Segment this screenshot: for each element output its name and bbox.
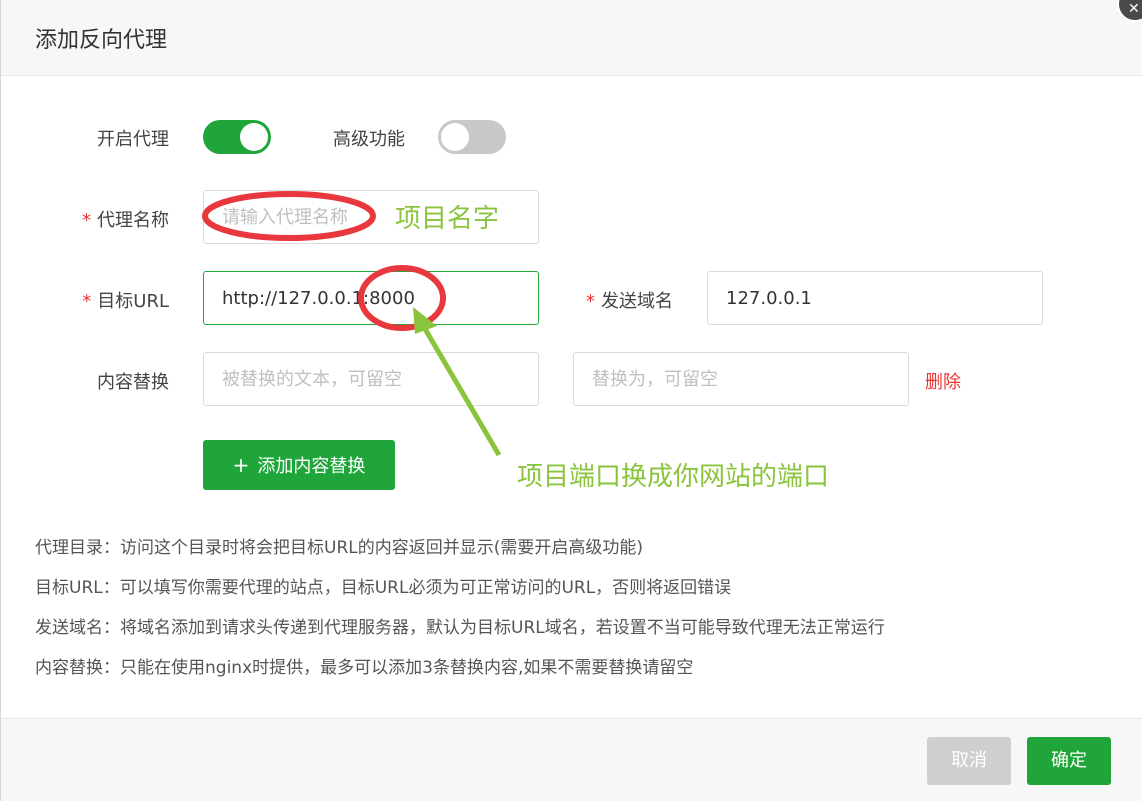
name-annotation: 项目名字 bbox=[395, 204, 500, 234]
required-mark: * bbox=[82, 291, 92, 312]
enable-proxy-label: 开启代理 bbox=[97, 129, 169, 150]
dialog-footer: 取消 确定 bbox=[1, 718, 1142, 801]
dialog-title: 添加反向代理 bbox=[35, 28, 168, 53]
send-domain-input[interactable] bbox=[707, 271, 1043, 325]
add-replace-button[interactable]: + 添加内容替换 bbox=[203, 440, 395, 490]
proxy-name-label: * 代理名称 bbox=[29, 206, 169, 232]
required-mark: * bbox=[586, 291, 595, 312]
help-line: 发送域名：将域名添加到请求头传递到代理服务器，默认为目标URL域名，若设置不当可… bbox=[35, 618, 885, 638]
help-line: 代理目录：访问这个目录时将会把目标URL的内容返回并显示(需要开启高级功能) bbox=[35, 538, 643, 558]
add-replace-label: 添加内容替换 bbox=[257, 456, 366, 477]
send-domain-label-text: 发送域名 bbox=[601, 291, 673, 312]
port-annotation: 项目端口换成你网站的端口 bbox=[517, 462, 830, 492]
replace-label: 内容替换 bbox=[97, 372, 169, 393]
replace-from-input[interactable] bbox=[203, 352, 539, 406]
advanced-label: 高级功能 bbox=[333, 129, 405, 150]
confirm-button[interactable]: 确定 bbox=[1027, 737, 1111, 785]
target-url-input[interactable] bbox=[203, 271, 539, 325]
plus-icon: + bbox=[232, 453, 250, 477]
cancel-button[interactable]: 取消 bbox=[927, 737, 1011, 785]
enable-proxy-toggle[interactable] bbox=[203, 120, 271, 154]
toggle-knob bbox=[441, 123, 469, 151]
dialog-header: 添加反向代理 bbox=[1, 0, 1142, 76]
annotation-overlay bbox=[202, 191, 502, 457]
target-url-label: * 目标URL bbox=[29, 287, 169, 313]
reverse-proxy-dialog: 添加反向代理 ✕ 开启代理 高级功能 *代理名称 *目标URL *发送域名 内容… bbox=[0, 0, 1142, 801]
send-domain-label: * 发送域名 bbox=[533, 287, 673, 313]
close-icon: ✕ bbox=[1128, 1, 1140, 17]
advanced-toggle[interactable] bbox=[438, 120, 506, 154]
target-url-label-text: 目标URL bbox=[97, 291, 169, 312]
toggle-knob bbox=[240, 123, 268, 151]
help-line: 目标URL：可以填写你需要代理的站点，目标URL必须为可正常访问的URL，否则将… bbox=[35, 578, 732, 598]
required-mark: * bbox=[82, 210, 91, 231]
replace-to-input[interactable] bbox=[573, 352, 909, 406]
help-line: 内容替换：只能在使用nginx时提供，最多可以添加3条替换内容,如果不需要替换请… bbox=[35, 658, 694, 678]
proxy-name-label-text: 代理名称 bbox=[97, 210, 169, 231]
delete-replace-link[interactable]: 删除 bbox=[925, 368, 961, 394]
